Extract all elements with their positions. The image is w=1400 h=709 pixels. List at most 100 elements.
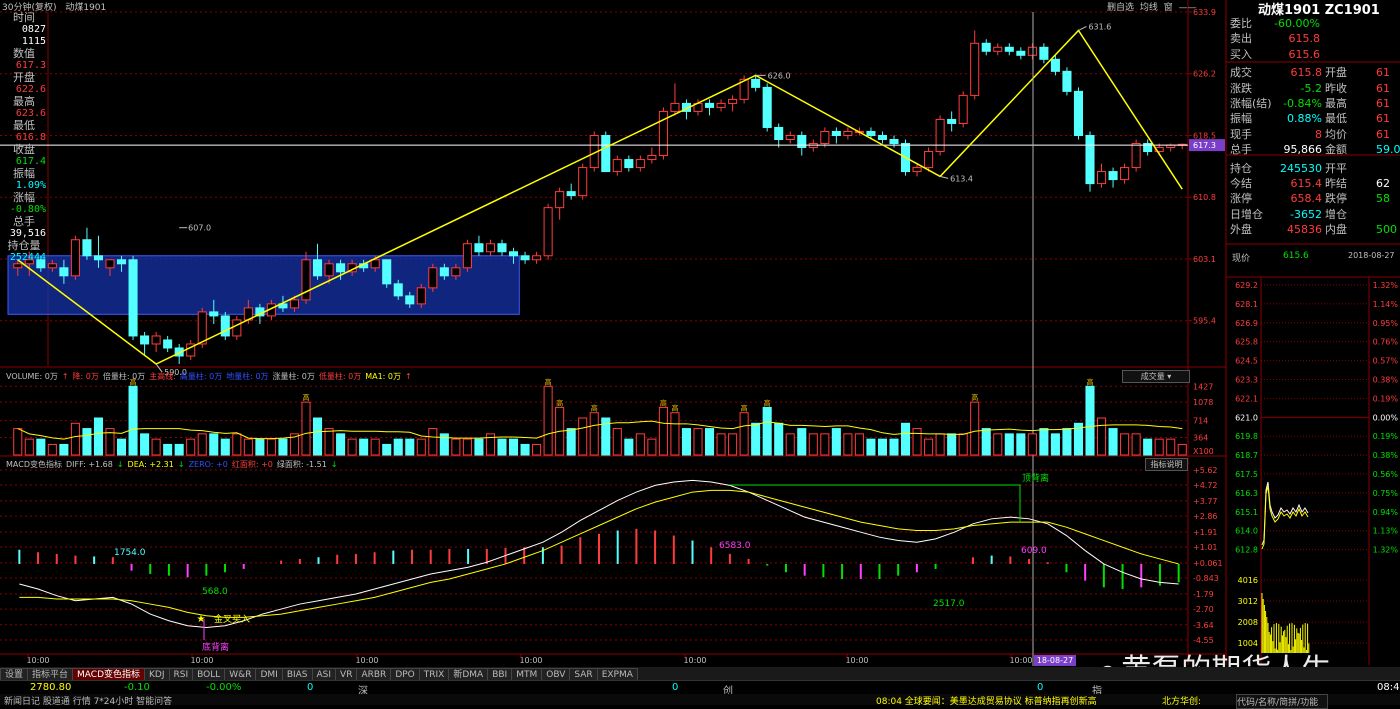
indicator-help-button[interactable]: 指标说明 [1145,458,1188,471]
candle [912,167,922,173]
mini-chart-label: 现价 [1232,254,1251,264]
quote-label: 涨停 [1230,192,1252,206]
quote-label: 买入 [1230,47,1252,61]
remove-favorite-button[interactable]: 删自选 [1107,3,1134,13]
volume-legend-item: VOLUME: 0万 [6,372,58,381]
candle [232,319,242,337]
candle [439,267,449,277]
quote-label: 外盘 [1230,223,1252,237]
candle [485,243,496,253]
volume-bar [266,438,276,456]
volume-bar [808,433,818,456]
candle [1062,70,1072,92]
volume-bar [301,401,311,456]
volume-bar [1166,438,1176,456]
quote-label-2: 最高 [1325,97,1347,110]
volume-bar [774,422,784,456]
candle [532,255,542,261]
volume-bar [785,433,795,456]
volume-bar [532,443,542,456]
quote-value-2: 61 [1376,97,1390,110]
quote-panel: 动煤1901 ZC1901 委比 -60.00% 卖出 615.8 买入 615… [1226,0,1400,705]
volume-bar [831,428,841,456]
candle [1073,90,1084,136]
macd-tick-label: -0.843 [1193,574,1219,583]
volume-bar [958,433,968,456]
volume-high-mark: 高 [591,404,598,413]
macd-legend-item: 绿面积: -1.51 [276,460,327,469]
volume-bar [1131,433,1141,456]
volume-legend-item: ↑ [405,372,412,381]
volume-bar [151,438,161,456]
quote-label: 委比 [1230,17,1252,30]
volume-bar [993,433,1003,456]
candle [474,243,484,253]
chart-canvas[interactable]: 633.9626.2618.5610.8603.1595.4617.3590.0… [0,0,1400,705]
candle [128,259,138,337]
candle [289,299,300,309]
top-divergence-label: 顶背离 [1022,472,1049,484]
candle [116,259,127,265]
volume-bar [716,433,726,456]
indicator-dropdown[interactable]: 成交量 ▾ [1122,370,1190,383]
candle [601,134,611,173]
search-input[interactable]: 代码/名称/简拼/功能 [1236,694,1328,709]
info-label: 振幅 [13,167,35,180]
news-ticker[interactable]: 08:04 全球要闻：美墨达成贸易协议 标普纳指再创新高 [876,694,1097,707]
volume-bar [647,438,657,456]
candle [831,130,841,136]
quote-value-2: 62 [1376,177,1390,190]
volume-bar [704,428,715,456]
candle [958,94,968,124]
quote-label-2: 跌停 [1325,192,1347,206]
candle [13,263,23,269]
candle [947,118,957,124]
candle [1096,171,1107,185]
volume-legend-item: MA1: 0万 [365,372,401,381]
candle [820,130,830,145]
candle [1004,46,1014,52]
volume-bar [220,438,230,456]
window-button[interactable]: 窗 [1164,3,1173,13]
info-label: 开盘 [13,71,35,84]
candle [716,102,726,108]
chinext-volume: 0 [1037,682,1044,693]
quote-row: 买入 615.6 [1230,47,1400,62]
volume-bar [209,433,219,456]
quote-label-2: 昨收 [1325,81,1347,95]
quote-value: 615.6 [1288,47,1321,61]
candle [877,134,888,140]
quote-value-2: 61 [1376,127,1390,141]
bottom-links[interactable]: 新闻日记 股道通 行情 7*24小时 智能问答 [4,694,172,707]
macd-tick-label: -2.70 [1193,605,1214,614]
volume-bar [47,443,57,456]
macd-tick-label: +2.86 [1193,512,1218,521]
quote-value: 45836 [1287,223,1322,237]
candle [981,42,991,52]
bottom-bar: 新闻日记 股道通 行情 7*24小时 智能问答 08:04 全球要闻：美墨达成贸… [0,694,1400,709]
volume-bar [232,433,242,456]
info-value: 0827 [21,24,46,35]
volume-bar [1120,433,1130,456]
volume-tick-label: 1078 [1193,398,1213,407]
volume-bar [612,428,622,456]
candle [151,335,161,345]
candle [612,159,622,173]
quote-row: 卖出 615.8 [1230,31,1400,46]
candle [843,130,853,136]
macd-tick-label: +5.62 [1193,466,1218,475]
candle [543,207,553,257]
candle [774,126,784,140]
volume-bar [197,433,207,456]
quote-value: -5.2 [1300,81,1322,95]
minimize-button[interactable]: —— [1179,3,1197,13]
ma-button[interactable]: 均线 [1140,3,1158,13]
price-annotation: 631.6 [1088,22,1111,31]
macd-legend-item: ↓ [177,460,185,469]
volume-high-mark: 高 [660,398,667,407]
info-label: 最低 [13,119,35,132]
candle [393,283,403,297]
candle [1039,46,1049,60]
info-label: 总手 [13,215,35,228]
quote-value: 8 [1315,127,1322,141]
